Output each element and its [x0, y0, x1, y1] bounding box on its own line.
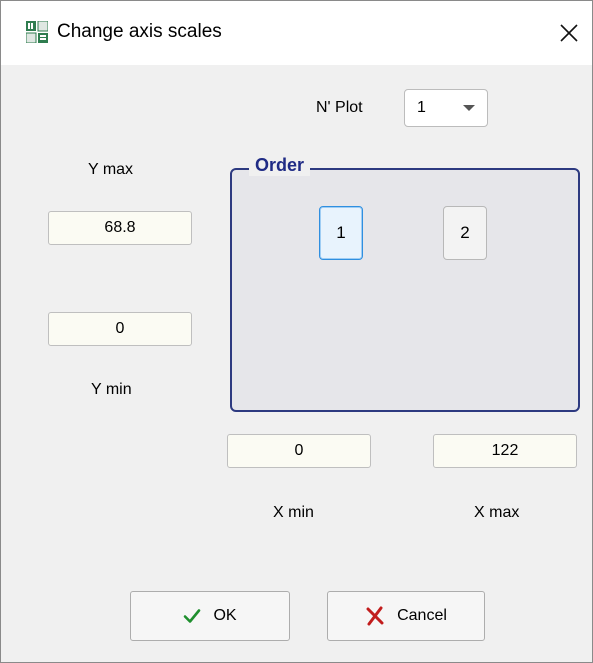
order-group-title: Order [249, 154, 311, 176]
plot-select-value: 1 [417, 99, 426, 116]
app-grid-icon [26, 21, 48, 43]
order-group [230, 168, 580, 412]
change-axis-scales-dialog: Change axis scales N' Plot 1 Y max 68.8 … [0, 0, 593, 663]
ok-button[interactable]: OK [130, 591, 290, 641]
x-max-label: X max [474, 504, 520, 521]
order-button-2[interactable]: 2 [443, 206, 487, 260]
order-button-1[interactable]: 1 [319, 206, 363, 260]
cancel-button[interactable]: Cancel [327, 591, 485, 641]
title-bar: Change axis scales [1, 1, 592, 65]
cancel-label: Cancel [397, 607, 447, 624]
close-button[interactable] [549, 13, 589, 53]
y-min-field[interactable]: 0 [48, 312, 192, 346]
x-max-field[interactable]: 122 [433, 434, 577, 468]
y-min-label: Y min [91, 381, 132, 398]
y-max-field[interactable]: 68.8 [48, 211, 192, 245]
plot-select[interactable]: 1 [404, 89, 488, 127]
plot-label: N' Plot [316, 99, 363, 116]
ok-label: OK [213, 607, 237, 624]
x-mark-icon [366, 606, 384, 626]
y-max-label: Y max [88, 161, 134, 178]
check-icon [184, 609, 201, 623]
dialog-title: Change axis scales [57, 21, 222, 42]
chevron-down-icon [463, 105, 475, 111]
x-min-field[interactable]: 0 [227, 434, 371, 468]
close-icon [560, 24, 578, 42]
x-min-label: X min [273, 504, 314, 521]
